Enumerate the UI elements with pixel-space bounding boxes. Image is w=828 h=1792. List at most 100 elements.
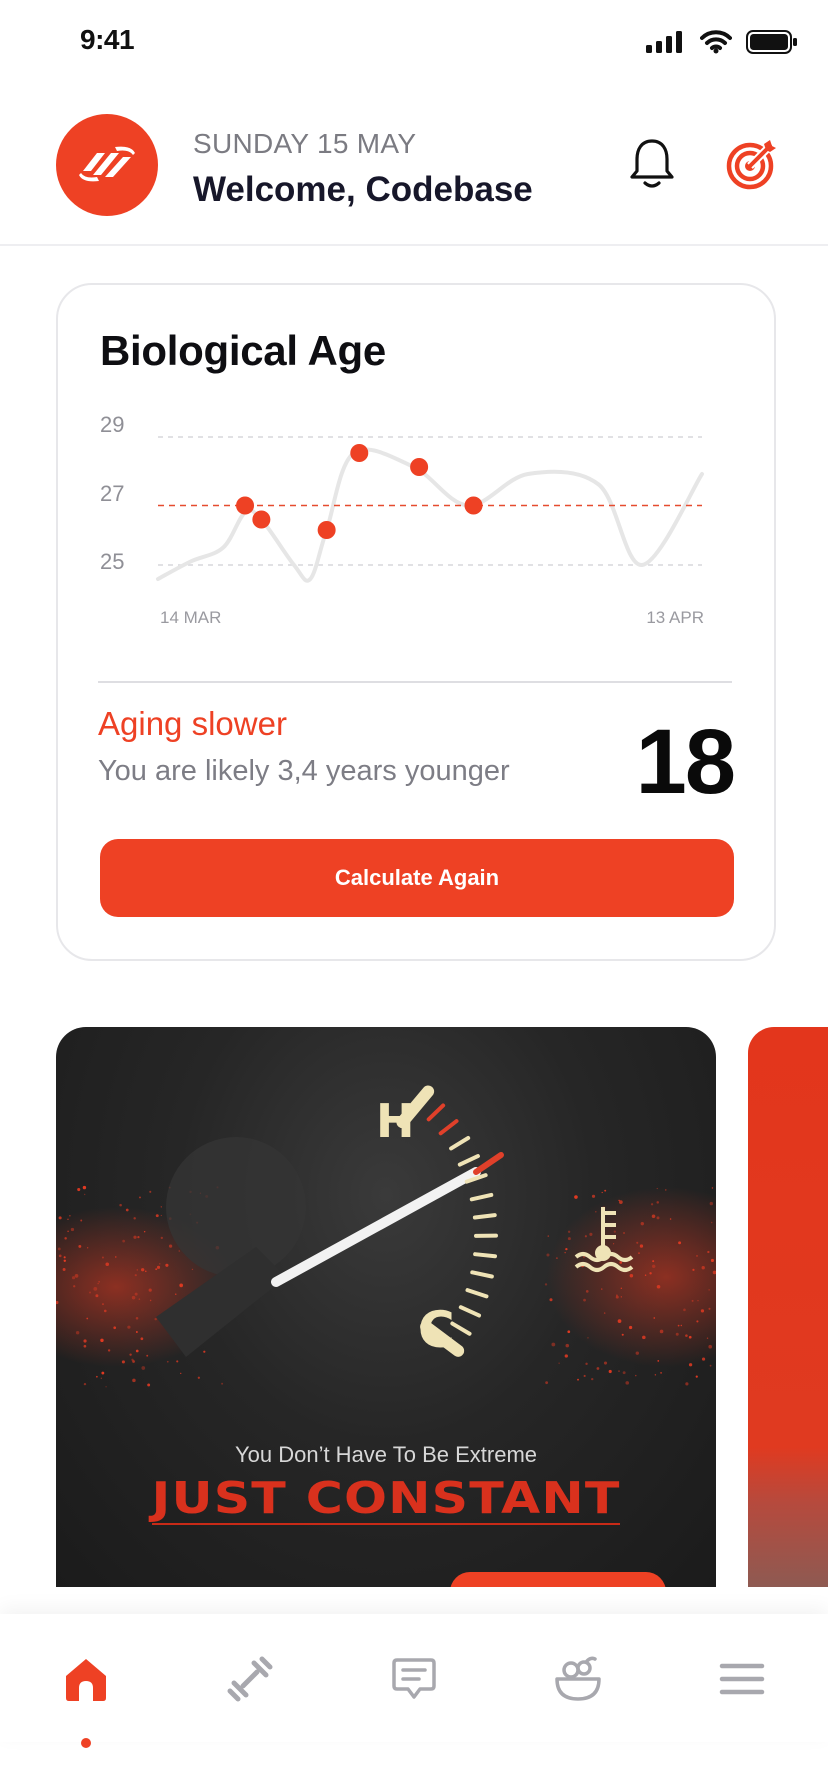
speckle — [58, 1216, 62, 1220]
speckle — [558, 1362, 560, 1364]
speckle — [160, 1214, 162, 1217]
speckle — [113, 1326, 117, 1330]
speckle — [80, 1219, 83, 1222]
speckle — [695, 1375, 698, 1378]
nav-item-workout[interactable] — [215, 1644, 285, 1714]
speckle — [604, 1189, 607, 1192]
speckle — [95, 1294, 99, 1298]
speckle — [688, 1363, 693, 1367]
speckle — [696, 1254, 698, 1257]
speckle — [115, 1256, 117, 1258]
chat-icon — [392, 1658, 436, 1699]
speckle — [86, 1317, 89, 1320]
bell-icon — [630, 139, 674, 188]
speckle — [149, 1299, 152, 1302]
speckle — [708, 1344, 713, 1349]
speckle — [644, 1274, 647, 1276]
speckle — [155, 1214, 159, 1218]
speckle — [656, 1201, 660, 1204]
speckle — [78, 1244, 82, 1248]
speckle — [620, 1296, 622, 1298]
speckle — [121, 1360, 125, 1364]
speckle — [651, 1214, 656, 1219]
food-bowl-icon — [555, 1656, 601, 1701]
speckle — [623, 1232, 625, 1234]
speckle — [83, 1382, 87, 1386]
aging-status-label: Aging slower — [98, 705, 287, 742]
speckle — [139, 1196, 141, 1199]
header: SUNDAY 15 MAY Welcome, Codebase — [0, 90, 828, 246]
speckle — [146, 1354, 149, 1357]
nav-item-home[interactable] — [51, 1644, 121, 1714]
speckle — [618, 1370, 620, 1372]
nav-item-chat[interactable] — [379, 1644, 449, 1714]
speckle — [640, 1221, 644, 1226]
speckle — [71, 1276, 76, 1280]
speckle — [131, 1295, 136, 1300]
data-point[interactable] — [317, 521, 336, 539]
speckle — [175, 1293, 177, 1295]
promo-title-underline — [152, 1523, 620, 1525]
x-label-end: 13 APR — [646, 608, 704, 625]
speckle — [551, 1342, 556, 1347]
speckle — [612, 1243, 615, 1245]
speckle — [711, 1187, 714, 1189]
aging-status-description: You are likely 3,4 years younger — [98, 755, 510, 787]
speckle — [93, 1286, 98, 1291]
speckle — [154, 1317, 157, 1321]
goals-button[interactable] — [722, 134, 782, 194]
speckle — [635, 1351, 640, 1355]
data-point[interactable] — [464, 496, 483, 515]
home-icon — [66, 1659, 106, 1701]
nav-item-nutrition[interactable] — [543, 1644, 613, 1714]
speckle — [680, 1324, 683, 1327]
speckle — [700, 1309, 705, 1313]
speckle — [564, 1251, 566, 1254]
data-point[interactable] — [236, 496, 255, 515]
speckle — [155, 1268, 158, 1271]
speckle — [656, 1284, 661, 1289]
data-point[interactable] — [252, 510, 271, 529]
speckle — [138, 1298, 141, 1300]
speckle — [585, 1362, 588, 1366]
promo-card-next[interactable] — [748, 1027, 828, 1587]
speckle — [136, 1269, 138, 1271]
data-point[interactable] — [410, 458, 429, 476]
speckle — [583, 1256, 585, 1258]
speckle — [591, 1377, 594, 1381]
speckle — [659, 1329, 664, 1334]
data-point[interactable] — [350, 444, 369, 462]
notifications-button[interactable] — [622, 134, 682, 194]
signal-icon — [646, 31, 686, 58]
speckle — [95, 1375, 98, 1378]
card-divider — [98, 681, 732, 683]
speckle — [603, 1361, 608, 1365]
speckle — [100, 1338, 104, 1343]
speckle — [160, 1206, 163, 1208]
speckle — [708, 1307, 711, 1310]
active-nav-indicator — [81, 1738, 91, 1748]
speckle — [63, 1256, 66, 1259]
calculate-again-button[interactable]: Calculate Again — [100, 839, 734, 917]
speckle — [165, 1263, 169, 1267]
speckle — [567, 1330, 571, 1334]
speckle — [657, 1360, 660, 1362]
speckle — [653, 1317, 656, 1319]
speckle — [583, 1298, 586, 1302]
speckle — [622, 1371, 626, 1375]
speckle — [583, 1374, 586, 1378]
speckle — [75, 1330, 80, 1335]
speckle — [127, 1325, 131, 1329]
brand-logo[interactable] — [56, 114, 158, 216]
speckle — [675, 1332, 679, 1336]
speckle — [135, 1331, 138, 1333]
promo-card[interactable]: H C You Don’t Have To Be Extreme JUST CO… — [56, 1027, 716, 1587]
speckle — [125, 1208, 129, 1212]
status-time: 9:41 — [80, 24, 135, 55]
promo-cta-button[interactable] — [450, 1572, 666, 1587]
nav-item-menu[interactable] — [707, 1644, 777, 1714]
speckle — [710, 1258, 714, 1262]
speckle — [565, 1247, 568, 1251]
speckle — [696, 1320, 699, 1323]
speckle — [678, 1241, 682, 1245]
